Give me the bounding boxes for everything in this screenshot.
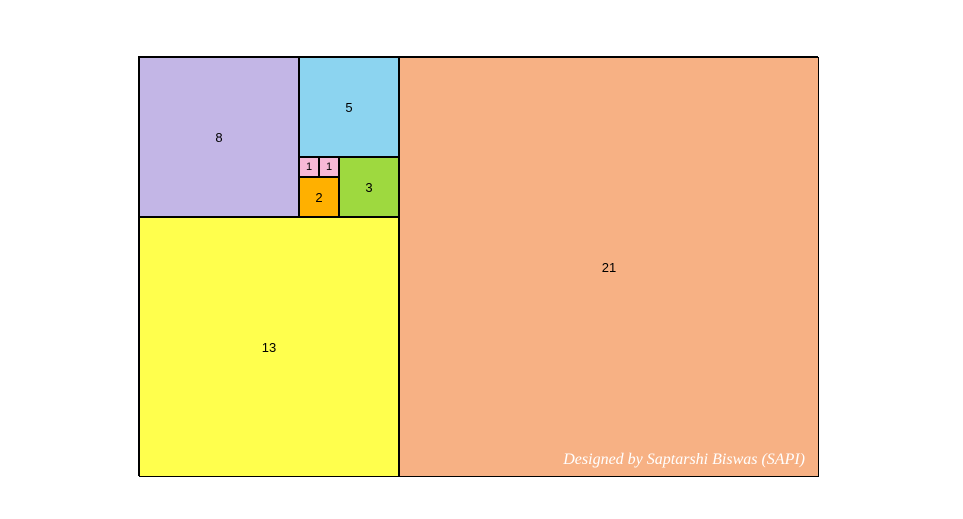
square-1a: 1 <box>299 157 319 177</box>
square-1b: 1 <box>319 157 339 177</box>
credit-text: Designed by Saptarshi Biswas (SAPI) <box>563 451 805 469</box>
square-label: 21 <box>602 260 616 275</box>
square-5: 5 <box>299 57 399 157</box>
square-8: 8 <box>139 57 299 217</box>
square-label: 13 <box>262 340 276 355</box>
square-label: 1 <box>306 161 312 173</box>
square-2: 2 <box>299 177 339 217</box>
square-label: 5 <box>345 100 352 115</box>
square-label: 8 <box>215 130 222 145</box>
square-label: 3 <box>365 180 372 195</box>
square-label: 1 <box>326 161 332 173</box>
square-13: 13 <box>139 217 399 477</box>
square-label: 2 <box>315 190 322 205</box>
fibonacci-diagram: 21 13 8 5 3 2 1 1 Designed by Saptarshi … <box>138 56 818 476</box>
square-21: 21 <box>399 57 819 477</box>
square-3: 3 <box>339 157 399 217</box>
